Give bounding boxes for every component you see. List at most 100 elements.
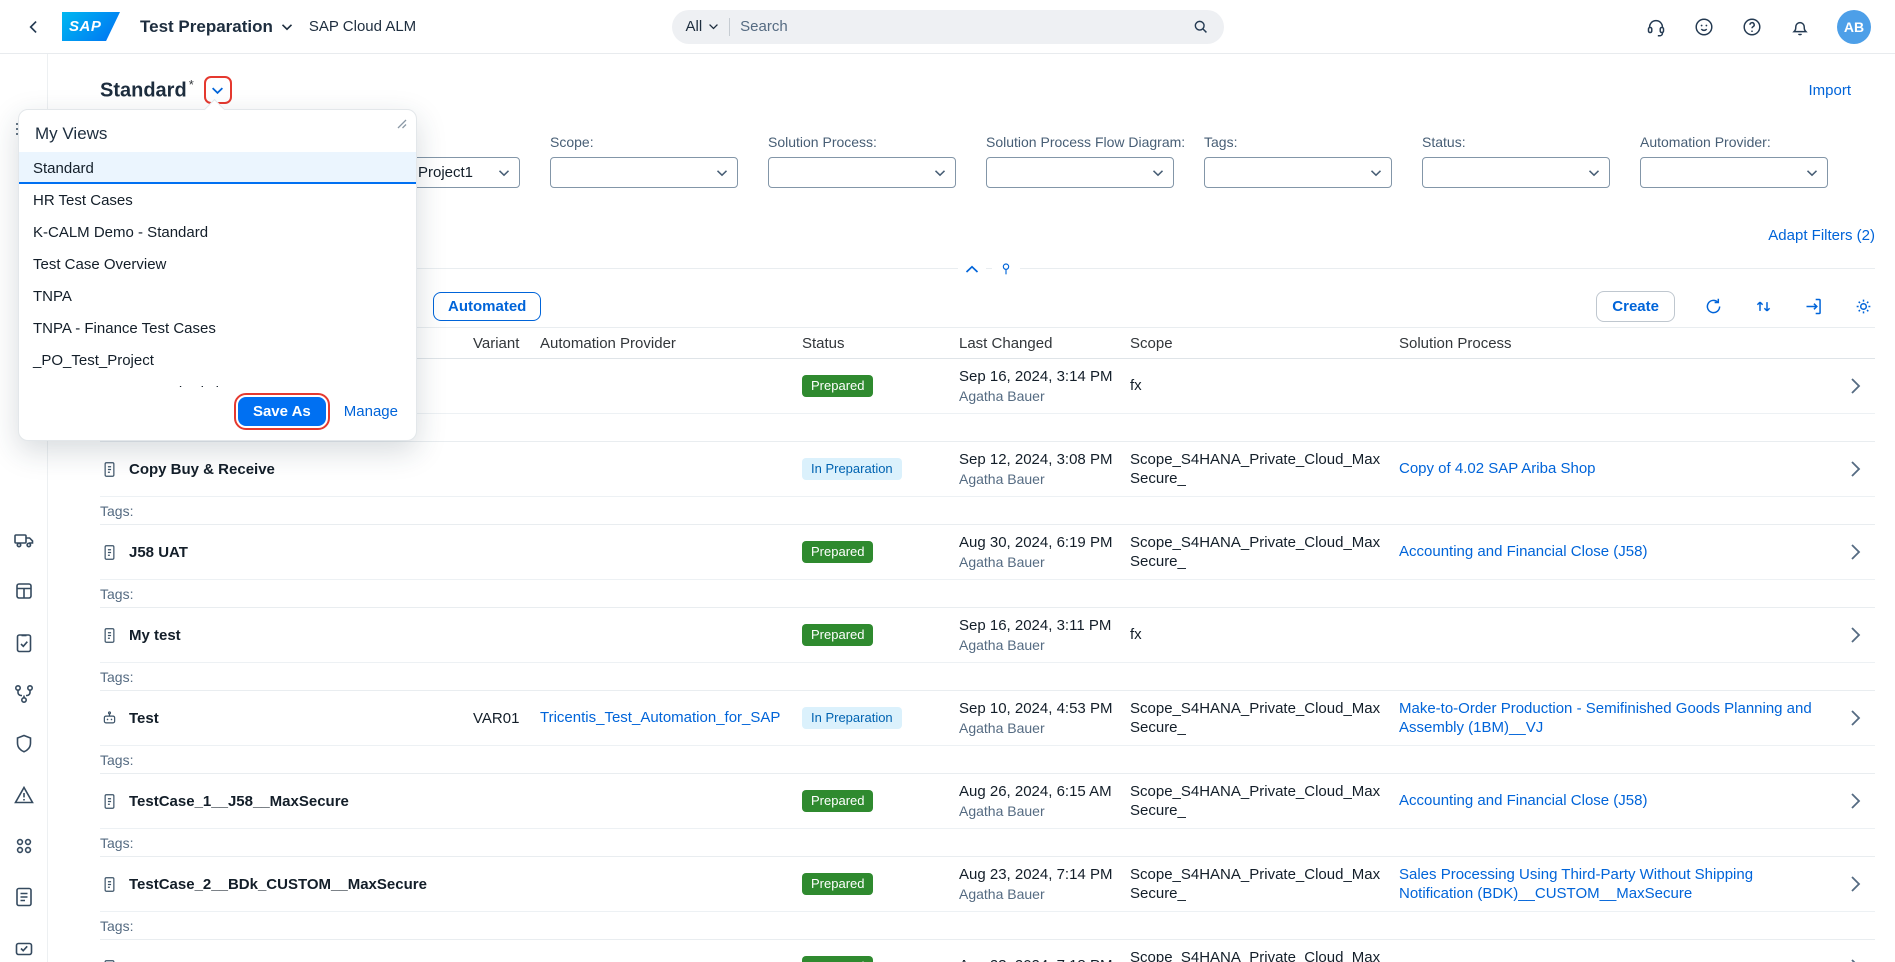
refresh-button[interactable] [1701, 294, 1725, 318]
chevron-right-icon[interactable] [1850, 875, 1861, 893]
table-row[interactable]: Prepared Aug 23, 2024, 7:18 PM Scope_S4H… [100, 940, 1875, 962]
solution-process-link[interactable]: Accounting and Financial Close (J58) [1399, 791, 1647, 811]
last-changed-author: Agatha Bauer [959, 637, 1116, 653]
alerts-icon[interactable] [12, 783, 36, 807]
automated-filter-button[interactable]: Automated [433, 292, 541, 321]
flows-icon[interactable] [12, 682, 36, 706]
view-list-item[interactable]: __PB-Company Standard view [19, 376, 416, 387]
export-button[interactable] [1801, 294, 1825, 318]
column-header-status[interactable]: Status [802, 335, 959, 352]
pin-icon [998, 261, 1014, 277]
package-icon[interactable] [12, 579, 36, 603]
column-header-last-changed[interactable]: Last Changed [959, 335, 1130, 352]
search-input[interactable] [740, 18, 1180, 35]
chevron-right-icon[interactable] [1850, 626, 1861, 644]
chevron-down-icon [716, 169, 728, 177]
scope-value: fx [1130, 625, 1399, 645]
view-name: _PO_Test_Project [33, 352, 154, 369]
table-row[interactable]: Copy Buy & Receive In Preparation Sep 12… [100, 442, 1875, 525]
resize-handle-icon[interactable] [396, 118, 408, 130]
chevron-right-icon[interactable] [1850, 958, 1861, 962]
tags-label: Tags: [100, 835, 133, 851]
chevron-right-icon[interactable] [1850, 460, 1861, 478]
column-header-variant[interactable]: Variant [473, 335, 540, 352]
filter-combobox[interactable] [1204, 157, 1392, 188]
tasks-icon[interactable] [12, 631, 36, 655]
view-list-item[interactable]: TNPA [19, 280, 416, 312]
reports-icon[interactable] [12, 885, 36, 909]
search-divider [729, 18, 730, 36]
automation-provider-link[interactable]: Tricentis_Test_Automation_for_SAP [540, 708, 780, 728]
export-icon [1803, 296, 1824, 317]
table-row[interactable]: TestCase_2__BDk_CUSTOM__MaxSecure Prepar… [100, 857, 1875, 940]
filters-row: Project1 Scope: [408, 134, 1875, 188]
view-list-item[interactable]: Standard [19, 152, 416, 184]
automated-test-icon [100, 709, 119, 728]
search-scope-select[interactable]: All [686, 18, 720, 35]
create-button[interactable]: Create [1596, 291, 1675, 322]
security-icon[interactable] [12, 732, 36, 756]
help-button[interactable] [1741, 16, 1763, 38]
chevron-down-icon [1806, 169, 1818, 177]
view-list-item[interactable]: Test Case Overview [19, 248, 416, 280]
sort-button[interactable] [1751, 294, 1775, 318]
settings-button[interactable] [1851, 294, 1875, 318]
chevron-right-icon[interactable] [1850, 377, 1861, 395]
view-list-item[interactable]: HR Test Cases [19, 184, 416, 216]
solution-process-link[interactable]: Accounting and Financial Close (J58) [1399, 542, 1647, 562]
table-row[interactable]: J58 UAT Prepared Aug 30, 2024, 6:19 PM A… [100, 525, 1875, 608]
deploy-icon[interactable] [12, 935, 36, 959]
status-badge: Prepared [802, 624, 873, 646]
solution-process-link[interactable]: Copy of 4.02 SAP Ariba Shop [1399, 459, 1596, 479]
filter-combobox[interactable] [768, 157, 956, 188]
adapt-filters-link[interactable]: Adapt Filters (2) [1768, 227, 1875, 244]
pin-filter-bar-button[interactable] [992, 255, 1020, 283]
view-select-button[interactable] [204, 76, 232, 104]
chevron-right-icon[interactable] [1850, 709, 1861, 727]
test-case-icon [100, 626, 119, 645]
filter-field: Scope: [550, 134, 738, 188]
shell-header: SAP Test Preparation SAP Cloud ALM All [0, 0, 1895, 54]
apps-icon[interactable] [12, 834, 36, 858]
view-list-item[interactable]: _PO_Test_Project [19, 344, 416, 376]
column-header-solution[interactable]: Solution Process [1399, 335, 1835, 352]
filter-label: Solution Process Flow Diagram: [986, 134, 1174, 152]
column-header-scope[interactable]: Scope [1130, 335, 1399, 352]
view-list-item[interactable]: TNPA - Finance Test Cases [19, 312, 416, 344]
support-button[interactable] [1645, 16, 1667, 38]
view-list-item[interactable]: K-CALM Demo - Standard [19, 216, 416, 248]
filter-combobox[interactable] [1422, 157, 1610, 188]
scope-value: Scope_S4HANA_Private_Cloud_MaxSecure_ [1130, 450, 1399, 489]
solution-process-link[interactable]: Sales Processing Using Third-Party Witho… [1399, 865, 1821, 904]
solution-process-link[interactable]: Make-to-Order Production - Semifinished … [1399, 699, 1821, 738]
filter-combobox[interactable]: Project1 [408, 157, 520, 188]
avatar[interactable]: AB [1837, 10, 1871, 44]
filter-combobox[interactable] [1640, 157, 1828, 188]
table-row[interactable]: Test VAR01 Tricentis_Test_Automation_for… [100, 691, 1875, 774]
last-changed-date: Aug 23, 2024, 7:18 PM [959, 957, 1116, 962]
app-title-menu[interactable]: Test Preparation [140, 17, 293, 37]
chevron-right-icon[interactable] [1850, 543, 1861, 561]
column-header-provider[interactable]: Automation Provider [540, 335, 802, 352]
status-badge: Prepared [802, 790, 873, 812]
filter-combobox[interactable] [986, 157, 1174, 188]
collapse-filter-bar-button[interactable] [958, 255, 986, 283]
chevron-right-icon[interactable] [1850, 792, 1861, 810]
notifications-button[interactable] [1789, 16, 1811, 38]
sap-logo[interactable]: SAP [62, 12, 120, 41]
status-badge: Prepared [802, 541, 873, 563]
transport-icon[interactable] [12, 528, 36, 552]
search-icon[interactable] [1191, 17, 1210, 36]
test-case-name: Test [129, 710, 159, 727]
manage-button[interactable]: Manage [344, 403, 398, 420]
bell-icon [1789, 16, 1811, 38]
save-as-button[interactable]: Save As [238, 397, 326, 426]
filter-label [408, 134, 520, 152]
table-row[interactable]: TestCase_1__J58__MaxSecure Prepared Aug … [100, 774, 1875, 857]
import-link[interactable]: Import [1808, 82, 1851, 99]
assistant-button[interactable] [1693, 16, 1715, 38]
back-button[interactable] [24, 17, 44, 37]
tags-label: Tags: [100, 752, 133, 768]
filter-combobox[interactable] [550, 157, 738, 188]
table-row[interactable]: My test Prepared Sep 16, 2024, 3:11 PM A… [100, 608, 1875, 691]
